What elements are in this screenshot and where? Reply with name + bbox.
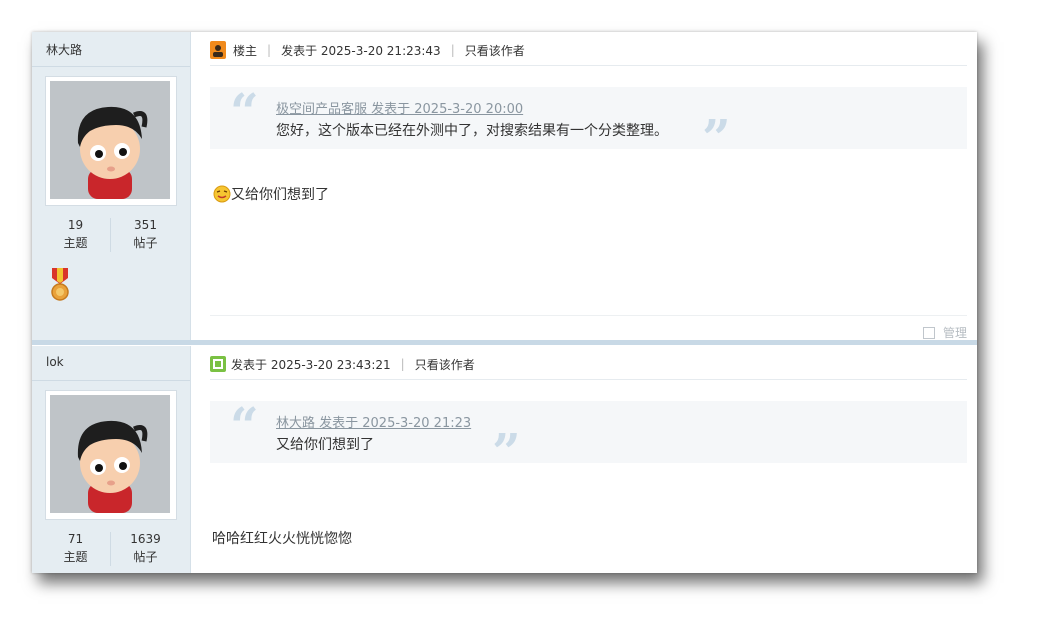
divider [32, 380, 190, 381]
posts-stat[interactable]: 1639 帖子 [106, 530, 185, 566]
quote-open-icon: “ [230, 82, 259, 141]
only-author-link[interactable]: 只看该作者 [465, 42, 525, 59]
post-body: 又给你们想到了 [213, 184, 329, 207]
owner-label: 楼主 [233, 43, 258, 58]
post-meta: 楼主 | 发表于 2025-3-20 21:23:43 | 只看该作者 [210, 40, 525, 60]
post-divider [32, 340, 977, 345]
divider [210, 65, 967, 66]
manage-control[interactable]: 管理 [923, 324, 967, 341]
quote-text: 您好，这个版本已经在外测中了，对搜索结果有一个分类整理。 [276, 123, 668, 139]
post-meta: 发表于 2025-3-20 23:43:21 | 只看该作者 [210, 354, 475, 374]
posts-stat[interactable]: 351 帖子 [106, 216, 185, 252]
author-name[interactable]: 林大路 [46, 41, 82, 58]
medal-icon[interactable] [49, 268, 71, 306]
avatar-image [50, 81, 170, 199]
divider [210, 315, 967, 316]
quote-close-icon: ” [702, 108, 731, 167]
topics-label: 主题 [63, 550, 88, 564]
post-content: 发表于 2025-3-20 23:43:21 | 只看该作者 “ 林大路 发表于… [191, 346, 977, 573]
post-icon [210, 356, 226, 372]
quote-open-icon: “ [230, 396, 259, 455]
avatar[interactable] [45, 390, 177, 520]
author-sidebar: 林大路 19 主题 351 帖子 [32, 32, 191, 342]
posts-label: 帖子 [133, 550, 158, 564]
quote-block: “ 林大路 发表于 2025-3-20 21:23 又给你们想到了 ” [210, 396, 967, 477]
author-name[interactable]: lok [46, 355, 64, 369]
only-author-link[interactable]: 只看该作者 [415, 356, 475, 373]
posts-label: 帖子 [133, 236, 158, 250]
topics-label: 主题 [63, 236, 88, 250]
avatar[interactable] [45, 76, 177, 206]
post-body-text: 哈哈红红火火恍恍惚惚 [212, 531, 352, 547]
post-1: 林大路 19 主题 351 帖子 楼主 | 发表于 2025-3-20 21:2… [32, 32, 977, 342]
post-time: 发表于 2025-3-20 21:23:43 [281, 43, 441, 58]
topics-stat[interactable]: 19 主题 [36, 216, 115, 252]
forum-thread: 林大路 19 主题 351 帖子 楼主 | 发表于 2025-3-20 21:2… [32, 32, 977, 573]
manage-label: 管理 [943, 326, 968, 340]
separator: | [400, 357, 405, 371]
manage-checkbox[interactable] [923, 326, 935, 339]
quote-close-icon: ” [492, 422, 521, 481]
author-stats: 19 主题 351 帖子 [32, 216, 190, 256]
owner-badge-icon [210, 41, 226, 59]
post-content: 楼主 | 发表于 2025-3-20 21:23:43 | 只看该作者 “ 极空… [191, 32, 977, 342]
quote-text: 又给你们想到了 [276, 437, 374, 453]
separator: | [450, 43, 455, 57]
divider [210, 379, 967, 380]
topics-count: 19 [67, 218, 84, 232]
post-body-text: 又给你们想到了 [231, 187, 329, 203]
topics-count: 71 [67, 532, 84, 546]
smiley-icon [213, 185, 231, 207]
post-time: 发表于 2025-3-20 23:43:21 [231, 357, 391, 372]
avatar-image [50, 395, 170, 513]
author-stats: 71 主题 1639 帖子 [32, 530, 190, 570]
post-2: lok 71 主题 1639 帖子 发表于 2025-3-20 23:43:21… [32, 346, 977, 573]
separator: | [267, 43, 272, 57]
quote-block: “ 极空间产品客服 发表于 2025-3-20 20:00 您好，这个版本已经在… [210, 82, 967, 163]
posts-count: 351 [134, 218, 157, 232]
topics-stat[interactable]: 71 主题 [36, 530, 115, 566]
divider [32, 66, 190, 67]
posts-count: 1639 [130, 532, 161, 546]
quote-source-link[interactable]: 林大路 发表于 2025-3-20 21:23 [276, 412, 471, 431]
quote-source-link[interactable]: 极空间产品客服 发表于 2025-3-20 20:00 [276, 98, 523, 117]
author-sidebar: lok 71 主题 1639 帖子 [32, 346, 191, 573]
